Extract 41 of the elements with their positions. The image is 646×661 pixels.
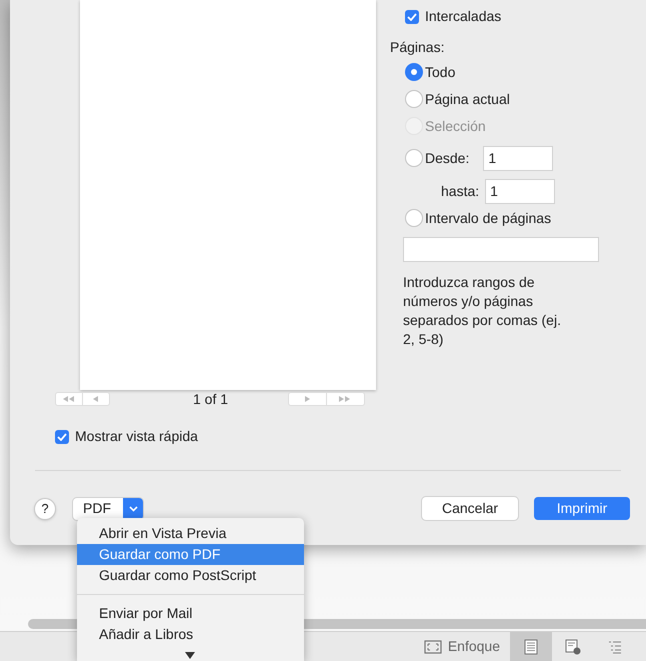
toolbar-button[interactable] xyxy=(510,632,552,661)
cancel-button[interactable]: Cancelar xyxy=(422,497,518,520)
help-button[interactable]: ? xyxy=(34,498,56,520)
menu-item[interactable]: Guardar como PostScript xyxy=(77,565,304,586)
radio-button[interactable] xyxy=(405,90,423,108)
pdf-dropdown-button[interactable]: PDF xyxy=(73,498,143,520)
right-icon xyxy=(304,396,310,402)
radio-label: Selección xyxy=(425,116,486,136)
input-field[interactable]: 1 xyxy=(483,146,554,170)
menu-item[interactable]: Añadir a Libros xyxy=(77,624,304,645)
radio-label: Página actual xyxy=(425,90,510,109)
page-indicator: 1 of 1 xyxy=(193,390,230,408)
radio-button[interactable] xyxy=(405,149,423,167)
menu-item[interactable]: Abrir en Vista Previa xyxy=(77,523,304,544)
document-icon xyxy=(524,638,538,654)
scroll-down-icon[interactable] xyxy=(185,652,195,659)
print-button[interactable]: Imprimir xyxy=(534,497,630,520)
radio-button[interactable] xyxy=(405,209,423,227)
radio-label: Desde: xyxy=(425,148,470,168)
chevron-down-icon xyxy=(128,506,138,512)
frame-icon xyxy=(424,640,442,654)
document-globe-icon xyxy=(565,638,581,654)
menu-item[interactable]: Enviar por Mail xyxy=(77,603,304,624)
checkbox[interactable] xyxy=(405,10,419,24)
radio-label: Todo xyxy=(425,62,456,82)
menu-item[interactable]: Guardar como PDF xyxy=(77,544,304,565)
focus-button[interactable]: Enfoque xyxy=(414,632,510,661)
double-right-icon xyxy=(339,396,352,402)
radio-button[interactable] xyxy=(405,63,423,81)
left-icon xyxy=(92,396,99,402)
input-field[interactable]: 1 xyxy=(485,178,556,204)
checkbox-label: Intercaladas xyxy=(425,7,502,26)
field-label: hasta: xyxy=(441,182,480,200)
checkbox-label: Mostrar vista rápida xyxy=(75,427,198,446)
double-left-icon xyxy=(62,396,75,402)
list-icon xyxy=(608,640,622,654)
help-text: Introduzca rangos de números y/o páginas separados por comas (ej. 2, 5-8) xyxy=(403,273,562,349)
input-field[interactable] xyxy=(403,237,599,262)
radio-label: Intervalo de páginas xyxy=(425,208,552,228)
checkbox[interactable] xyxy=(55,430,69,444)
section-label: Páginas: xyxy=(390,38,444,57)
